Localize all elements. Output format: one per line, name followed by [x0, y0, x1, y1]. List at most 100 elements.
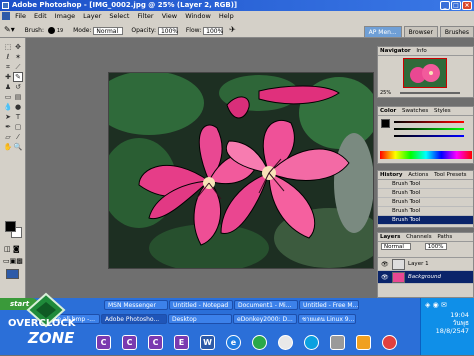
tab-history[interactable]: History	[380, 172, 402, 178]
menu-window[interactable]: Window	[185, 12, 211, 20]
quick-mask-icon[interactable]: ◫ ◙	[4, 245, 20, 253]
color-fg-swatch[interactable]	[381, 119, 390, 128]
tab-styles[interactable]: Styles	[434, 108, 451, 114]
task-edonkey[interactable]: eDonkey2000: D...	[233, 314, 297, 324]
lasso-tool-icon[interactable]: ℓ	[3, 52, 13, 62]
quicklaunch-e-drive-icon[interactable]: E	[174, 335, 189, 350]
quicklaunch-disc-icon[interactable]	[278, 335, 293, 350]
move-tool-icon[interactable]: ✥	[13, 42, 23, 52]
task-desktop[interactable]: Desktop	[168, 314, 232, 324]
tab-swatches[interactable]: Swatches	[402, 108, 428, 114]
blur-tool-icon[interactable]: 💧	[3, 102, 13, 112]
red-slider[interactable]	[394, 121, 464, 123]
clone-stamp-tool-icon[interactable]: ♟	[3, 82, 13, 92]
flow-input[interactable]: 100%	[203, 26, 223, 35]
task-free-app[interactable]: Untitled - Free M...	[299, 300, 359, 310]
crop-tool-icon[interactable]: ⌗	[3, 62, 13, 72]
clock[interactable]: 19:04 วันพุธ 18/8/2547	[436, 311, 469, 335]
close-button[interactable]: ×	[462, 1, 472, 10]
tab-paths[interactable]: Paths	[437, 234, 452, 240]
menu-file[interactable]: File	[15, 12, 26, 20]
mode-select[interactable]: Normal	[93, 26, 124, 35]
menu-layer[interactable]: Layer	[83, 12, 101, 20]
slice-tool-icon[interactable]: ⟋	[13, 62, 23, 72]
task-linux-forum[interactable]: ชายแดน Linux 9...	[298, 314, 356, 324]
eye-icon[interactable]: 👁	[381, 271, 389, 284]
jump-to-imageready-icon[interactable]	[6, 269, 19, 279]
layer-row-selected[interactable]: 👁 Background	[378, 271, 473, 284]
tray-icons[interactable]: ◈ ◉ ✉	[425, 301, 447, 309]
minimize-button[interactable]: _	[440, 1, 450, 10]
tab-navigator[interactable]: Navigator	[380, 48, 411, 54]
quicklaunch-drive-icon[interactable]	[330, 335, 345, 350]
layer-opacity-input[interactable]: 100%	[424, 243, 447, 250]
brushes-tab[interactable]: Brushes	[439, 26, 474, 37]
history-state[interactable]: Brush Tool	[378, 189, 473, 198]
quicklaunch-c-icon[interactable]: C	[122, 335, 137, 350]
menu-view[interactable]: View	[162, 12, 177, 20]
quicklaunch-folder-icon[interactable]	[356, 335, 371, 350]
eraser-tool-icon[interactable]: ▭	[3, 92, 13, 102]
quicklaunch-internet-explorer-icon[interactable]: e	[226, 335, 241, 350]
history-state[interactable]: Brush Tool	[378, 180, 473, 189]
pen-tool-icon[interactable]: ✒	[3, 122, 13, 132]
zoom-level[interactable]: 25%	[380, 90, 391, 96]
blue-slider[interactable]	[394, 135, 464, 137]
history-state[interactable]: Brush Tool	[378, 207, 473, 216]
tab-actions[interactable]: Actions	[408, 172, 428, 178]
dodge-tool-icon[interactable]: ●	[13, 102, 23, 112]
tab-tool-presets[interactable]: Tool Presets	[434, 172, 466, 178]
green-slider[interactable]	[394, 128, 464, 130]
zoom-tool-icon[interactable]: 🔍	[13, 142, 23, 152]
marquee-tool-icon[interactable]: ⬚	[3, 42, 13, 52]
tab-layers[interactable]: Layers	[380, 234, 400, 240]
opacity-input[interactable]: 100%	[157, 26, 178, 35]
maximize-button[interactable]: □	[451, 1, 461, 10]
gradient-tool-icon[interactable]: ▤	[13, 92, 23, 102]
quicklaunch-word-icon[interactable]: W	[200, 335, 215, 350]
eyedropper-tool-icon[interactable]: ⁄	[13, 132, 23, 142]
quicklaunch-c-drive-icon[interactable]: C	[96, 335, 111, 350]
navigator-thumbnail[interactable]	[403, 58, 447, 88]
notes-tool-icon[interactable]: ▱	[3, 132, 13, 142]
history-state-current[interactable]: Brush Tool	[378, 216, 473, 225]
history-state[interactable]: Brush Tool	[378, 198, 473, 207]
brush-preset-icon[interactable]: ✎▾	[4, 25, 15, 34]
quicklaunch-msn-icon[interactable]	[252, 335, 267, 350]
eye-icon[interactable]: 👁	[381, 258, 389, 271]
tab-channels[interactable]: Channels	[406, 234, 431, 240]
document-canvas[interactable]	[108, 72, 374, 269]
menu-select[interactable]: Select	[109, 12, 129, 20]
task-photoshop[interactable]: Adobe Photosho...	[101, 314, 167, 324]
quicklaunch-media-player-icon[interactable]	[304, 335, 319, 350]
hand-tool-icon[interactable]: ✋	[3, 142, 13, 152]
layer-row[interactable]: 👁 Layer 1	[378, 258, 473, 271]
foreground-color-swatch[interactable]	[5, 221, 16, 232]
brush-tip-icon[interactable]	[47, 27, 55, 34]
layer-blend-mode-select[interactable]: Normal	[381, 243, 411, 250]
airbrush-icon[interactable]: ✈	[229, 25, 236, 34]
file-browser-tab[interactable]: Browser	[403, 26, 438, 37]
path-selection-tool-icon[interactable]: ➤	[3, 112, 13, 122]
tab-color[interactable]: Color	[380, 108, 396, 114]
task-msn-messenger[interactable]: MSN Messenger	[104, 300, 168, 310]
task-notepad[interactable]: Untitled - Notepad	[169, 300, 233, 310]
quicklaunch-media-icon[interactable]	[382, 335, 397, 350]
magic-wand-tool-icon[interactable]: ✶	[13, 52, 23, 62]
screen-mode-icon[interactable]: ▭▣▩	[3, 257, 23, 265]
type-tool-icon[interactable]: T	[13, 112, 23, 122]
shape-tool-icon[interactable]: ▢	[13, 122, 23, 132]
healing-brush-tool-icon[interactable]: ✚	[3, 72, 13, 82]
tab-info[interactable]: Info	[416, 48, 426, 54]
ap-menu-tab[interactable]: AP Men...	[363, 26, 402, 37]
menu-help[interactable]: Help	[219, 12, 234, 20]
task-word-document[interactable]: Document1 - Mi...	[234, 300, 298, 310]
quicklaunch-c2-icon[interactable]: C	[148, 335, 163, 350]
menu-edit[interactable]: Edit	[34, 12, 47, 20]
menu-filter[interactable]: Filter	[138, 12, 154, 20]
photoshop-menu-icon[interactable]	[2, 12, 10, 20]
brush-tool-icon[interactable]: ✎	[13, 72, 23, 82]
color-ramp[interactable]	[380, 151, 472, 159]
brush-size[interactable]: 19	[57, 28, 63, 34]
menu-image[interactable]: Image	[55, 12, 75, 20]
